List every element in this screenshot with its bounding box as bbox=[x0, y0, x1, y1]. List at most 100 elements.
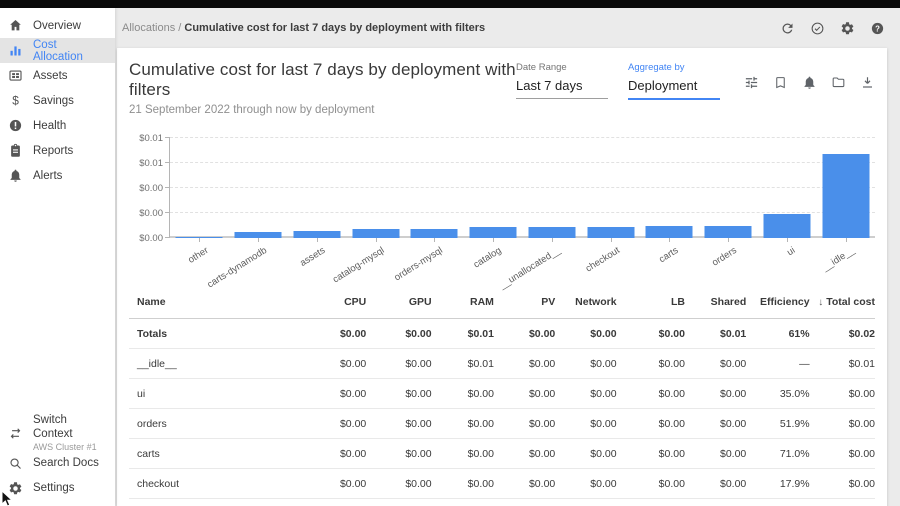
sidebar-item-text: Settings bbox=[33, 481, 75, 495]
card-header: Cumulative cost for last 7 days by deplo… bbox=[129, 60, 875, 116]
table-cell: 51.9% bbox=[746, 409, 809, 439]
sidebar-item-cost-allocation[interactable]: Cost Allocation bbox=[0, 38, 115, 63]
sidebar-item-switch-context[interactable]: Switch ContextAWS Cluster #1 bbox=[0, 415, 115, 451]
chart-slot-unallocated: __unallocated__ bbox=[523, 138, 582, 238]
aggregate-by-field[interactable]: Aggregate by Deployment bbox=[628, 62, 720, 100]
table-row-idle[interactable]: __idle__$0.00$0.00$0.01$0.00$0.00$0.00$0… bbox=[129, 349, 875, 379]
bar-orders-mysql[interactable] bbox=[411, 229, 458, 238]
column-header-efficiency[interactable]: Efficiency bbox=[746, 286, 809, 319]
table-cell: $0.00 bbox=[366, 349, 431, 379]
sidebar-item-settings[interactable]: Settings bbox=[0, 476, 115, 501]
table-cell: $0.00 bbox=[432, 469, 494, 499]
table-cell: carts bbox=[129, 439, 300, 469]
bar-unallocated[interactable] bbox=[528, 227, 575, 238]
column-header-lb[interactable]: LB bbox=[617, 286, 685, 319]
table-cell: $0.01 bbox=[432, 349, 494, 379]
sidebar-item-reports[interactable]: Reports bbox=[0, 138, 115, 163]
date-range-label: Date Range bbox=[516, 62, 608, 73]
breadcrumb-section[interactable]: Allocations bbox=[122, 22, 175, 34]
table-cell: $0.00 bbox=[300, 349, 366, 379]
date-range-value[interactable]: Last 7 days bbox=[516, 76, 608, 99]
sidebar-item-label: Assets bbox=[33, 70, 68, 82]
column-header-gpu[interactable]: GPU bbox=[366, 286, 431, 319]
table-cell: $0.00 bbox=[685, 379, 746, 409]
bar-idle[interactable] bbox=[822, 154, 869, 238]
column-header-network[interactable]: Network bbox=[555, 286, 616, 319]
sidebar-item-health[interactable]: Health bbox=[0, 113, 115, 138]
sidebar-item-assets[interactable]: Assets bbox=[0, 63, 115, 88]
search-icon bbox=[8, 456, 23, 471]
table-cell: $0.00 bbox=[366, 409, 431, 439]
table-row-unallocated[interactable]: __unallocated__$0.00$0.00$0.00$0.00$0.00… bbox=[129, 499, 875, 506]
table-cell: 71.0% bbox=[746, 439, 809, 469]
bell-icon[interactable] bbox=[802, 75, 817, 90]
refresh-icon[interactable] bbox=[780, 21, 795, 36]
aggregate-by-value[interactable]: Deployment bbox=[628, 76, 720, 100]
table-cell: $0.00 bbox=[617, 439, 685, 469]
sidebar-item-text: Switch ContextAWS Cluster #1 bbox=[33, 413, 107, 453]
top-black-bar bbox=[0, 0, 900, 8]
table-cell: $0.00 bbox=[555, 439, 616, 469]
chart-slot-ui: ui bbox=[758, 138, 817, 238]
bar-checkout[interactable] bbox=[587, 227, 634, 238]
column-header-ram[interactable]: RAM bbox=[432, 286, 494, 319]
table-cell: $0.00 bbox=[366, 499, 431, 506]
check-circle-icon[interactable] bbox=[810, 21, 825, 36]
chart-slot-catalog-mysql: catalog-mysql bbox=[346, 138, 405, 238]
table-row-ui[interactable]: ui$0.00$0.00$0.00$0.00$0.00$0.00$0.0035.… bbox=[129, 379, 875, 409]
table-cell: ui bbox=[129, 379, 300, 409]
tune-icon[interactable] bbox=[744, 75, 759, 90]
column-header-total-cost[interactable]: ↓Total cost bbox=[810, 286, 875, 319]
x-axis-label: catalog bbox=[472, 245, 504, 271]
table-cell: — bbox=[746, 349, 809, 379]
table-cell: $0.00 bbox=[617, 469, 685, 499]
sidebar-item-savings[interactable]: $Savings bbox=[0, 88, 115, 113]
table-row-checkout[interactable]: checkout$0.00$0.00$0.00$0.00$0.00$0.00$0… bbox=[129, 469, 875, 499]
table-cell: $0.00 bbox=[617, 499, 685, 506]
table-cell: 17.9% bbox=[746, 469, 809, 499]
table-cell: $0.00 bbox=[810, 409, 875, 439]
help-icon[interactable]: ? bbox=[870, 21, 885, 36]
chart-slot-idle: __idle__ bbox=[816, 138, 875, 238]
bookmark-icon[interactable] bbox=[773, 75, 788, 90]
main-area: Allocations / Cumulative cost for last 7… bbox=[115, 8, 900, 506]
column-header-name[interactable]: Name bbox=[129, 286, 300, 319]
table-row-orders[interactable]: orders$0.00$0.00$0.00$0.00$0.00$0.00$0.0… bbox=[129, 409, 875, 439]
date-range-field[interactable]: Date Range Last 7 days bbox=[516, 62, 608, 99]
chart-slot-orders: orders bbox=[699, 138, 758, 238]
bar-carts[interactable] bbox=[646, 226, 693, 239]
header-actions: ? bbox=[780, 21, 885, 36]
x-axis-tick bbox=[493, 238, 494, 242]
bar-orders[interactable] bbox=[705, 226, 752, 239]
bar-ui[interactable] bbox=[763, 214, 810, 238]
folder-icon[interactable] bbox=[831, 75, 846, 90]
bar-catalog[interactable] bbox=[470, 227, 517, 238]
bar-assets[interactable] bbox=[293, 231, 340, 239]
table-row-totals[interactable]: Totals$0.00$0.00$0.01$0.00$0.00$0.00$0.0… bbox=[129, 319, 875, 349]
bar-chart-icon bbox=[8, 43, 23, 58]
sidebar-item-overview[interactable]: Overview bbox=[0, 13, 115, 38]
column-header-shared[interactable]: Shared bbox=[685, 286, 746, 319]
x-axis-label: orders-mysql bbox=[393, 245, 445, 283]
table-cell: $0.00 bbox=[810, 469, 875, 499]
download-icon[interactable] bbox=[860, 75, 875, 90]
column-header-cpu[interactable]: CPU bbox=[300, 286, 366, 319]
health-icon bbox=[8, 118, 23, 133]
sidebar-item-search-docs[interactable]: Search Docs bbox=[0, 451, 115, 476]
sidebar-item-alerts[interactable]: Alerts bbox=[0, 163, 115, 188]
bell-icon bbox=[8, 168, 23, 183]
y-axis-label: $0.00 bbox=[129, 208, 163, 219]
aggregate-by-label: Aggregate by bbox=[628, 62, 720, 73]
bar-catalog-mysql[interactable] bbox=[352, 229, 399, 238]
table-cell: $0.00 bbox=[300, 469, 366, 499]
table-cell: $0.00 bbox=[555, 319, 616, 349]
sidebar-item-label: Cost Allocation bbox=[33, 39, 107, 63]
table-row-carts[interactable]: carts$0.00$0.00$0.00$0.00$0.00$0.00$0.00… bbox=[129, 439, 875, 469]
table-cell: $0.00 bbox=[494, 319, 555, 349]
gear-icon[interactable] bbox=[840, 21, 855, 36]
main-header: Allocations / Cumulative cost for last 7… bbox=[115, 8, 900, 48]
table-cell: $0.00 bbox=[432, 439, 494, 469]
reports-icon bbox=[8, 143, 23, 158]
table-cell: $0.00 bbox=[617, 409, 685, 439]
table-cell: __idle__ bbox=[129, 349, 300, 379]
